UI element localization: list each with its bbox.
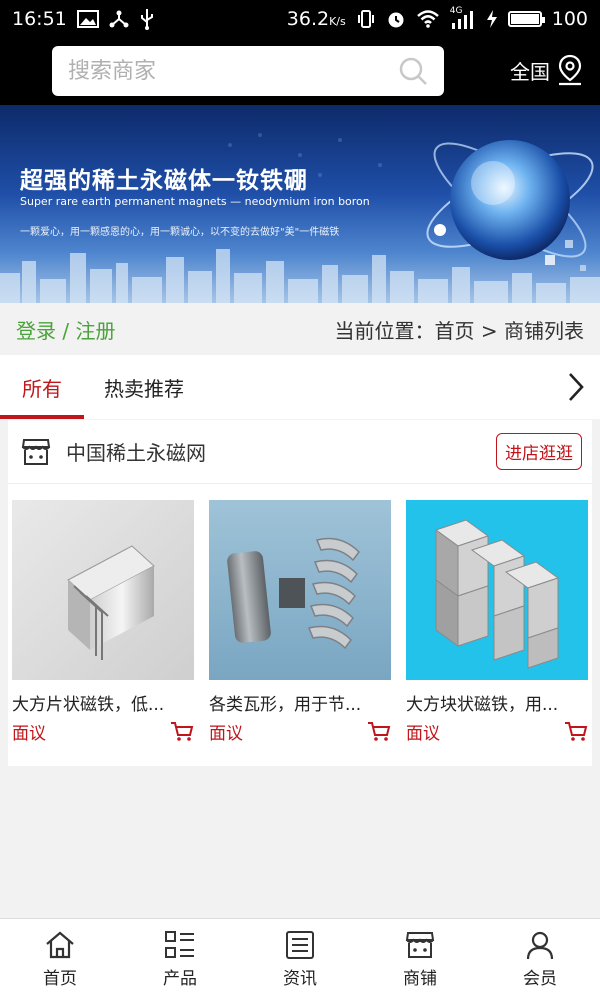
- cart-icon[interactable]: [564, 721, 588, 743]
- product-card[interactable]: 大方片状磁铁，低... 面议: [12, 500, 194, 744]
- promo-banner[interactable]: 超强的稀土永磁体一钕铁硼 Super rare earth permanent …: [0, 105, 600, 303]
- battery-icon: [507, 11, 545, 27]
- product-price: 面议: [406, 724, 440, 744]
- banner-subtitle: Super rare earth permanent magnets — neo…: [20, 195, 370, 208]
- breadcrumb: 当前位置：首页 > 商铺列表: [334, 318, 584, 343]
- signal: 4G: [449, 6, 476, 29]
- network-speed: 36.2K/s: [287, 8, 346, 30]
- product-name[interactable]: 大方片状磁铁，低...: [12, 690, 194, 715]
- speed-value: 36.2: [286, 8, 330, 30]
- charging-icon: [486, 10, 497, 28]
- usb-icon: [140, 9, 153, 30]
- nav-news-label: 资讯: [283, 969, 317, 989]
- shop-name[interactable]: 中国稀土永磁网: [66, 437, 496, 466]
- product-name[interactable]: 各类瓦形，用于节...: [209, 690, 391, 715]
- banner-title: 超强的稀土永磁体一钕铁硼: [20, 167, 308, 194]
- shop-icon: [405, 932, 435, 958]
- alarm-icon: [388, 12, 404, 28]
- tab-all[interactable]: 所有: [0, 355, 84, 419]
- region-selector[interactable]: 全国: [510, 54, 584, 86]
- city-skyline: [0, 249, 600, 303]
- nav-shops[interactable]: 商铺: [360, 930, 480, 989]
- share-icon: [109, 10, 129, 28]
- search-input[interactable]: [68, 58, 398, 84]
- top-bar: 全国: [0, 38, 600, 105]
- shop-card: 中国稀土永磁网 进店逛逛 大方片状磁铁，低... 面议 各类瓦形，用于节... …: [8, 420, 592, 766]
- cart-icon[interactable]: [367, 721, 391, 743]
- status-right: 36.2K/s 4G 100: [287, 6, 588, 30]
- product-bottom: 面议: [406, 719, 588, 744]
- shop-header: 中国稀土永磁网 进店逛逛: [8, 420, 592, 484]
- region-label: 全国: [510, 59, 550, 84]
- bottom-nav: 首页 产品 资讯 商铺 会员: [0, 918, 600, 1000]
- speed-unit: K/s: [329, 15, 346, 28]
- store-icon: [21, 438, 51, 465]
- location-pin-icon: [558, 54, 582, 86]
- network-type: 4G: [449, 6, 463, 16]
- image-icon: [76, 10, 99, 28]
- grid-list-icon: [165, 931, 194, 958]
- nav-products-label: 产品: [163, 969, 197, 989]
- battery-level: 100: [551, 8, 588, 30]
- search-box[interactable]: [52, 46, 444, 96]
- news-icon: [286, 931, 314, 959]
- visit-shop-button[interactable]: 进店逛逛: [496, 433, 582, 470]
- category-tabs: 所有 热卖推荐: [0, 355, 600, 419]
- product-card[interactable]: 大方块状磁铁，用... 面议: [406, 500, 588, 744]
- product-bottom: 面议: [12, 719, 194, 744]
- user-icon: [526, 931, 554, 960]
- breadcrumb-bar: 登录 / 注册 当前位置：首页 > 商铺列表: [0, 303, 600, 355]
- nav-products[interactable]: 产品: [120, 930, 240, 989]
- product-image-block-magnets[interactable]: [406, 500, 588, 680]
- product-price: 面议: [209, 724, 243, 744]
- nav-member[interactable]: 会员: [480, 930, 600, 989]
- nav-shops-label: 商铺: [403, 969, 437, 989]
- banner-slogan: 一颗爱心，用一颗感恩的心，用一颗诚心，以不变的去做好"美"一件磁铁: [20, 227, 340, 238]
- login-register-link[interactable]: 登录 / 注册: [16, 315, 115, 344]
- product-name[interactable]: 大方块状磁铁，用...: [406, 690, 588, 715]
- product-image-flat-magnets[interactable]: [12, 500, 194, 680]
- product-image-arc-magnets[interactable]: [209, 500, 391, 680]
- vibrate-icon: [357, 10, 374, 28]
- cart-icon[interactable]: [170, 721, 194, 743]
- product-price: 面议: [12, 724, 46, 744]
- wifi-icon: [416, 10, 439, 28]
- chevron-right-icon[interactable]: [566, 371, 586, 403]
- product-bottom: 面议: [209, 719, 391, 744]
- home-icon: [46, 931, 74, 959]
- product-list: 大方片状磁铁，低... 面议 各类瓦形，用于节... 面议 大方块状磁铁，用..…: [8, 484, 592, 744]
- status-bar: 16:51 36.2K/s 4G 100: [0, 0, 600, 38]
- tab-hot-recommend[interactable]: 热卖推荐: [104, 355, 184, 419]
- nav-member-label: 会员: [523, 969, 557, 989]
- clock: 16:51: [12, 8, 67, 30]
- nav-home[interactable]: 首页: [0, 930, 120, 989]
- nav-home-label: 首页: [43, 969, 77, 989]
- search-icon[interactable]: [398, 56, 428, 86]
- product-card[interactable]: 各类瓦形，用于节... 面议: [209, 500, 391, 744]
- nav-news[interactable]: 资讯: [240, 930, 360, 989]
- status-left: 16:51: [12, 8, 155, 30]
